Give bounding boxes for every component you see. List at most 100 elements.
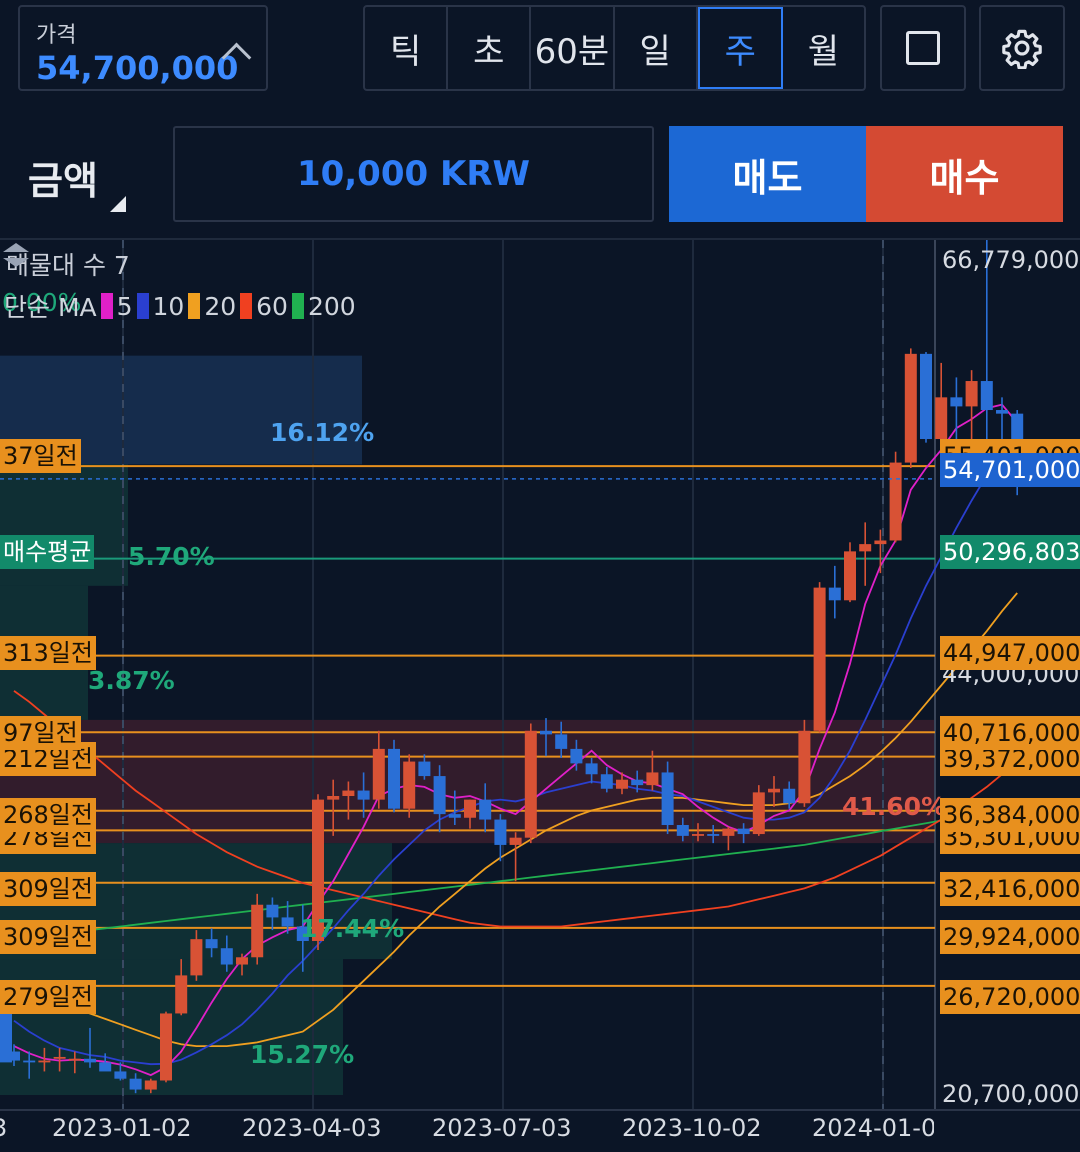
- level-tag: 268일전: [0, 798, 96, 832]
- candle[interactable]: [266, 904, 279, 918]
- zone-pct: 17.44%: [300, 914, 405, 943]
- candle[interactable]: [980, 381, 993, 411]
- candle[interactable]: [737, 828, 750, 835]
- axis-scale-icon[interactable]: [0, 240, 32, 270]
- candle[interactable]: [752, 792, 765, 835]
- candle[interactable]: [388, 748, 400, 809]
- amount-input[interactable]: 10,000 KRW: [173, 126, 654, 222]
- level-price-tag: 32,416,000: [940, 872, 1080, 906]
- candle[interactable]: [722, 828, 735, 836]
- level-tag: 313일전: [0, 636, 96, 670]
- price-selector[interactable]: 가격 54,700,000: [18, 5, 268, 91]
- timeframe-week-button[interactable]: 주: [697, 7, 783, 89]
- candle[interactable]: [661, 772, 674, 825]
- gear-icon: [1002, 29, 1042, 69]
- ma5-label: 5: [116, 291, 133, 321]
- candle[interactable]: [935, 397, 948, 440]
- candle[interactable]: [68, 1058, 81, 1061]
- ma-legend: 단순 MA 5 10 20 60 200: [4, 288, 356, 324]
- candle[interactable]: [950, 397, 963, 407]
- timeframe-tick-button[interactable]: 틱: [365, 7, 449, 89]
- zone-pct: 16.12%: [270, 418, 375, 447]
- amount-type-label[interactable]: 금액: [28, 150, 98, 205]
- settings-button[interactable]: [979, 5, 1065, 91]
- candle[interactable]: [372, 748, 385, 800]
- candle[interactable]: [646, 772, 659, 786]
- candle[interactable]: [220, 948, 233, 965]
- candle[interactable]: [996, 410, 1008, 414]
- candle[interactable]: [965, 381, 978, 407]
- candle[interactable]: [418, 761, 431, 777]
- candle[interactable]: [570, 748, 583, 764]
- candle[interactable]: [205, 939, 218, 949]
- ma200-label: 200: [307, 291, 356, 321]
- candle[interactable]: [84, 1058, 96, 1063]
- dropdown-corner-icon[interactable]: [110, 196, 126, 212]
- price-chart[interactable]: 매물대 수 7 0.00% 단순 MA 5 10 20 60 200 16.12…: [0, 240, 1080, 1152]
- candle[interactable]: [464, 799, 476, 818]
- candle[interactable]: [494, 819, 507, 845]
- ma10-label: 10: [152, 291, 185, 321]
- candle[interactable]: [828, 587, 841, 601]
- sell-button[interactable]: 매도: [669, 126, 866, 222]
- candle[interactable]: [555, 734, 568, 749]
- candle[interactable]: [114, 1071, 127, 1079]
- timeframe-day-button[interactable]: 일: [615, 7, 698, 89]
- candle[interactable]: [23, 1060, 36, 1063]
- candle[interactable]: [859, 544, 872, 552]
- candle[interactable]: [236, 957, 248, 965]
- candle[interactable]: [53, 1056, 66, 1059]
- candle[interactable]: [251, 904, 264, 958]
- x-axis-label: 2023-10-02: [622, 1114, 762, 1142]
- candle[interactable]: [144, 1080, 157, 1090]
- candle[interactable]: [448, 814, 461, 818]
- timeframe-60min-button[interactable]: 60분: [531, 7, 615, 89]
- candle[interactable]: [509, 837, 522, 845]
- fullscreen-button[interactable]: [880, 5, 966, 91]
- candle[interactable]: [874, 540, 887, 545]
- candle[interactable]: [129, 1078, 142, 1090]
- x-axis-label: 2023-04-03: [242, 1114, 382, 1142]
- candle[interactable]: [327, 796, 340, 800]
- candle[interactable]: [707, 834, 720, 836]
- candle[interactable]: [600, 774, 613, 789]
- candle[interactable]: [281, 917, 294, 927]
- candle[interactable]: [540, 730, 552, 735]
- level-tag: 309일전: [0, 872, 96, 906]
- candle[interactable]: [433, 776, 446, 815]
- candle[interactable]: [99, 1062, 112, 1072]
- candle[interactable]: [631, 779, 644, 786]
- candle[interactable]: [403, 761, 416, 809]
- candlestick-chart[interactable]: [0, 240, 1080, 1152]
- avg-buy-tag: 매수평균: [0, 535, 95, 569]
- buy-button[interactable]: 매수: [866, 126, 1063, 222]
- candle[interactable]: [175, 975, 188, 1014]
- candle[interactable]: [616, 779, 628, 789]
- candle[interactable]: [920, 353, 932, 440]
- candle[interactable]: [38, 1060, 51, 1063]
- candle[interactable]: [479, 799, 492, 820]
- candle[interactable]: [190, 939, 203, 976]
- level-price-tag: 40,716,000: [940, 716, 1080, 750]
- candle[interactable]: [889, 462, 902, 541]
- candle[interactable]: [0, 1008, 12, 1063]
- candle[interactable]: [357, 790, 370, 800]
- candle[interactable]: [844, 551, 856, 601]
- candle[interactable]: [813, 587, 826, 731]
- candle[interactable]: [692, 834, 704, 836]
- candle[interactable]: [524, 730, 537, 838]
- timeframe-second-button[interactable]: 초: [448, 7, 532, 89]
- candle[interactable]: [798, 730, 811, 804]
- candle[interactable]: [342, 790, 355, 797]
- y-axis-label: 20,700,000: [942, 1080, 1080, 1108]
- candle[interactable]: [585, 763, 598, 775]
- zone-pct: 41.60%: [842, 792, 947, 821]
- candle[interactable]: [904, 353, 917, 463]
- ma200-swatch: [291, 293, 304, 319]
- timeframe-month-button[interactable]: 월: [783, 7, 864, 89]
- candle[interactable]: [676, 824, 689, 836]
- candle[interactable]: [160, 1013, 172, 1081]
- y-axis-label: 66,779,000: [942, 246, 1080, 274]
- candle[interactable]: [783, 788, 796, 804]
- candle[interactable]: [768, 788, 780, 793]
